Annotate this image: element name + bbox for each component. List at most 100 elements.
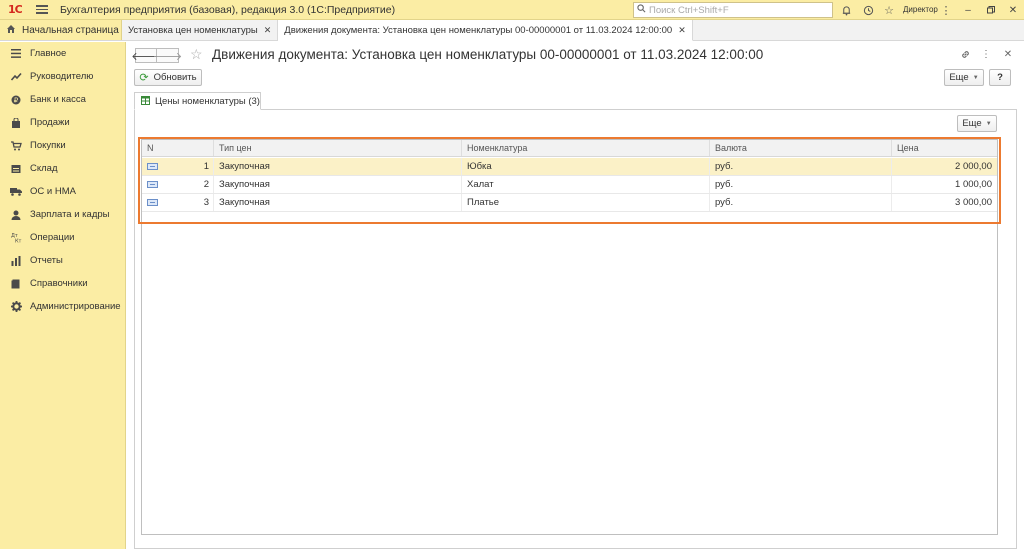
more-vertical-icon[interactable]: ⋮ [939, 3, 953, 17]
help-button[interactable]: ? [989, 69, 1011, 86]
more-vertical-icon[interactable]: ⋮ [980, 48, 992, 60]
bag-icon [10, 117, 22, 129]
refresh-button[interactable]: ⟳ Обновить [134, 69, 202, 86]
chart-up-icon [10, 71, 22, 83]
row-number-cell: 1 [142, 158, 214, 175]
sidebar-item-sales[interactable]: Продажи [0, 111, 125, 134]
table-header: N Тип цен Номенклатура Валюта Цена [142, 140, 997, 157]
currency-cell: руб. [710, 176, 892, 193]
sidebar: Главное Руководителю ₽ Банк и касса Прод… [0, 42, 126, 549]
dt-kt-icon: Дт Кт [10, 232, 22, 244]
sidebar-item-label: Продажи [30, 117, 70, 128]
tab-home-label: Начальная страница [22, 24, 119, 36]
sidebar-item-bank[interactable]: ₽ Банк и касса [0, 88, 125, 111]
main-menu-icon[interactable] [36, 5, 52, 14]
search-input[interactable] [649, 4, 829, 16]
price-type-cell: Закупочная [214, 176, 462, 193]
sidebar-item-label: Операции [30, 232, 75, 243]
link-icon[interactable] [959, 48, 971, 60]
item-cell: Халат [462, 176, 710, 193]
price-cell: 3 000,00 [955, 197, 992, 208]
svg-text:₽: ₽ [14, 96, 19, 104]
current-user[interactable]: Директор [903, 5, 938, 14]
sidebar-item-catalogs[interactable]: Справочники [0, 272, 125, 295]
column-header-n[interactable]: N [142, 140, 214, 156]
column-header-item[interactable]: Номенклатура [462, 140, 710, 156]
row-number-cell: 2 [142, 176, 214, 193]
sidebar-item-warehouse[interactable]: Склад [0, 157, 125, 180]
chevron-down-icon: ▼ [972, 74, 979, 81]
table-row[interactable]: 1 Закупочная Юбка руб. 2 000,00 [142, 158, 997, 176]
item-cell: Юбка [462, 158, 710, 175]
tab-home[interactable]: Начальная страница [0, 20, 122, 40]
more-label: Еще [962, 118, 982, 129]
navigation-buttons: 🡐 🡒 [131, 48, 182, 63]
column-header-price[interactable]: Цена [892, 140, 997, 156]
sidebar-item-manager[interactable]: Руководителю [0, 65, 125, 88]
title-bar: 1С Бухгалтерия предприятия (базовая), ре… [0, 0, 1024, 20]
app-title: Бухгалтерия предприятия (базовая), редак… [60, 3, 396, 16]
sidebar-item-purchases[interactable]: Покупки [0, 134, 125, 157]
close-tab-icon[interactable]: ✕ [264, 25, 272, 36]
coin-icon: ₽ [10, 94, 22, 106]
close-tab-icon[interactable]: ✕ [678, 25, 686, 36]
prices-table: N Тип цен Номенклатура Валюта Цена 1 Зак… [141, 139, 998, 535]
gear-icon [10, 301, 22, 313]
price-type-cell: Закупочная [214, 194, 462, 211]
sidebar-item-label: Администрирование [30, 301, 121, 312]
sidebar-item-fixed-assets[interactable]: ОС и НМА [0, 180, 125, 203]
sidebar-item-label: Покупки [30, 140, 66, 151]
row-number-cell: 3 [142, 194, 214, 211]
cart-icon [10, 140, 22, 152]
history-icon[interactable] [861, 3, 875, 17]
currency-cell: руб. [710, 194, 892, 211]
price-cell: 1 000,00 [955, 179, 992, 190]
favorites-star-icon[interactable]: ☆ [882, 3, 896, 17]
forward-arrow-icon[interactable]: 🡒 [153, 48, 182, 63]
sidebar-item-main[interactable]: Главное [0, 42, 125, 65]
more-label: Еще [949, 72, 969, 83]
app-logo: 1С [8, 3, 23, 16]
sidebar-item-label: Склад [30, 163, 58, 174]
record-icon [147, 163, 158, 170]
menu-icon [10, 48, 22, 60]
page-title: Движения документа: Установка цен номенк… [212, 47, 764, 62]
sidebar-item-salary[interactable]: Зарплата и кадры [0, 203, 125, 226]
close-window-button[interactable]: ✕ [1005, 2, 1021, 18]
restore-button[interactable] [983, 2, 999, 18]
sidebar-item-administration[interactable]: Администрирование [0, 295, 125, 318]
search-field[interactable] [633, 2, 833, 18]
tab-item-prices[interactable]: Цены номенклатуры (3) [134, 92, 261, 110]
home-icon [6, 24, 16, 37]
bell-icon[interactable] [839, 3, 853, 17]
sidebar-item-label: Банк и касса [30, 94, 86, 105]
sidebar-item-operations[interactable]: Дт Кт Операции [0, 226, 125, 249]
column-header-currency[interactable]: Валюта [710, 140, 892, 156]
close-form-icon[interactable]: ✕ [1002, 48, 1014, 60]
warehouse-icon [10, 163, 22, 175]
sidebar-item-label: Руководителю [30, 71, 94, 82]
table-row[interactable]: 2 Закупочная Халат руб. 1 000,00 [142, 176, 997, 194]
bar-chart-icon [10, 255, 22, 267]
column-header-price-type[interactable]: Тип цен [214, 140, 462, 156]
more-button[interactable]: Еще ▼ [944, 69, 984, 86]
truck-icon [10, 186, 22, 198]
sidebar-item-reports[interactable]: Отчеты [0, 249, 125, 272]
chevron-down-icon: ▼ [985, 120, 992, 127]
sidebar-item-label: ОС и НМА [30, 186, 76, 197]
table-row[interactable]: 3 Закупочная Платье руб. 3 000,00 [142, 194, 997, 212]
table-more-button[interactable]: Еще ▼ [957, 115, 997, 132]
sidebar-item-label: Главное [30, 48, 67, 59]
tab-label: Установка цен номенклатуры [128, 24, 258, 36]
tab-price-setting[interactable]: Установка цен номенклатуры ✕ [122, 20, 279, 40]
price-type-cell: Закупочная [214, 158, 462, 175]
price-cell: 2 000,00 [955, 161, 992, 172]
tab-label: Движения документа: Установка цен номенк… [284, 24, 673, 36]
help-label: ? [997, 72, 1003, 83]
tab-document-movements[interactable]: Движения документа: Установка цен номенк… [278, 20, 693, 41]
document-form: 🡐 🡒 ☆ Движения документа: Установка цен … [127, 42, 1024, 549]
favorite-star-icon[interactable]: ☆ [190, 46, 203, 63]
minimize-button[interactable]: – [960, 2, 976, 18]
tabs-bar: Начальная страница Установка цен номенкл… [0, 20, 1024, 41]
record-icon [147, 199, 158, 206]
